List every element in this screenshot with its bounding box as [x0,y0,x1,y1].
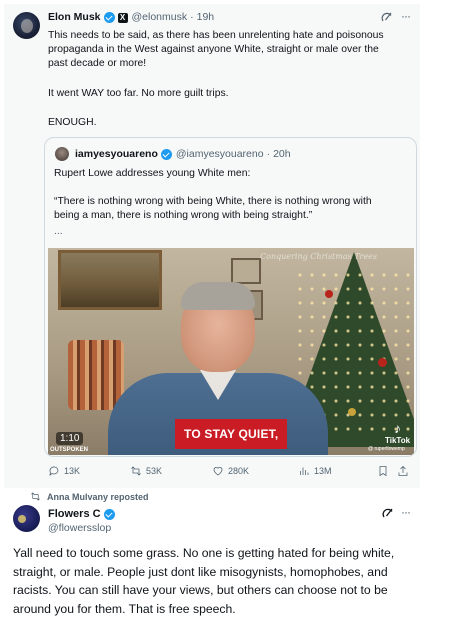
author-name[interactable]: Flowers C [48,508,101,521]
reply-tweet-handle-row: @flowersslop [48,522,111,535]
avatar[interactable] [13,12,40,39]
reply-icon [49,466,59,476]
repost-count: 53K [146,466,163,476]
like-count: 280K [228,466,250,476]
x-affiliation-icon: X [117,12,128,23]
repost-icon [31,492,40,501]
grok-icon[interactable] [381,12,393,24]
repost-icon [131,466,141,476]
quoted-tweet[interactable]: iamyesyouareno @iamyesyouareno · 20h Rup… [44,137,417,457]
video-player[interactable]: Conquering Christmas Trees TO STAY QUIET… [48,248,414,455]
more-options-icon[interactable]: ··· [401,9,411,23]
bookmark-icon [379,466,387,477]
reply-tweet-body: Yall need to touch some grass. No one is… [13,544,443,618]
video-caption: TO STAY QUIET, [175,419,288,449]
reply-count: 13K [64,466,81,476]
outspoken-logo: OUTSPOKEN [50,447,89,453]
cushion [68,340,124,410]
verified-badge-icon [160,149,172,160]
reply-text-line: straight, or male. People just dont like… [13,564,388,579]
picture-frame [231,258,261,284]
reply-text-line: around you for them. That is free speech… [13,601,236,616]
ornament [378,358,387,367]
video-duration: 1:10 [56,432,84,445]
repost-banner[interactable]: Anna Mulvany reposted [30,491,149,502]
reply-button[interactable]: 13K [48,463,80,479]
separator: · [266,148,271,160]
like-button[interactable]: 280K [212,463,249,479]
reply-text-line: Yall need to touch some grass. No one is… [13,546,395,560]
tweet-text-line: It went WAY too far. No more guilt trips… [48,88,229,99]
quote-ellipsis: ... [54,226,63,237]
quote-text-line: “There is nothing wrong with being White… [54,196,372,207]
painting-image [58,250,162,310]
quote-header: iamyesyouareno @iamyesyouareno · 20h [75,148,291,161]
video-watermark: Conquering Christmas Trees [260,252,378,261]
views-icon [300,467,309,475]
speaker-hair [181,282,255,310]
quote-text-line: being a man, there is nothing wrong with… [54,210,313,221]
quote-author-name[interactable]: iamyesyouareno [75,148,158,161]
heart-icon [213,467,223,476]
views-count: 13M [314,466,332,476]
tiktok-icon: ♪ [394,420,402,436]
repost-banner-text: Anna Mulvany reposted [47,491,149,502]
ornament [325,290,333,298]
tweet-text-line: ENOUGH. [48,117,97,128]
verified-badge-icon [103,12,115,23]
tiktok-label: TikTok [385,436,411,445]
timestamp[interactable]: 19h [197,11,215,24]
repost-button[interactable]: 53K [130,463,162,479]
quote-avatar[interactable] [55,147,69,161]
share-icon [398,465,408,476]
ornament [348,408,356,416]
grok-icon[interactable] [382,508,394,520]
tweet-text-line: past decade or more! [48,58,147,69]
reply-text-line: racists. You can still have your views, … [13,583,388,597]
tweet-text-line: propaganda in the West against anyone Wh… [48,44,379,55]
tweet-text-line: This needs to be said, as there has been… [48,30,384,41]
reply-tweet-header: Flowers C [48,508,115,521]
author-name[interactable]: Elon Musk [48,11,101,24]
author-handle[interactable]: @elonmusk [132,11,188,24]
views-button[interactable]: 13M [298,463,332,479]
quote-author-handle[interactable]: @iamyesyouareno [176,148,264,161]
tiktok-logo: ♪ TikTok [385,420,410,445]
separator: · [190,11,194,23]
quote-timestamp[interactable]: 20h [273,148,291,161]
bookmark-button[interactable] [377,463,393,479]
author-handle[interactable]: @flowersslop [48,522,111,535]
main-tweet-header: Elon Musk X @elonmusk · 19h [48,11,214,24]
verified-badge-icon [103,509,115,520]
tiktok-username: @ rupertlowemp [368,446,405,452]
quote-text-line: Rupert Lowe addresses young White men: [54,168,251,179]
avatar[interactable] [13,505,40,532]
share-button[interactable] [397,463,413,479]
more-options-icon[interactable]: ··· [401,505,411,519]
